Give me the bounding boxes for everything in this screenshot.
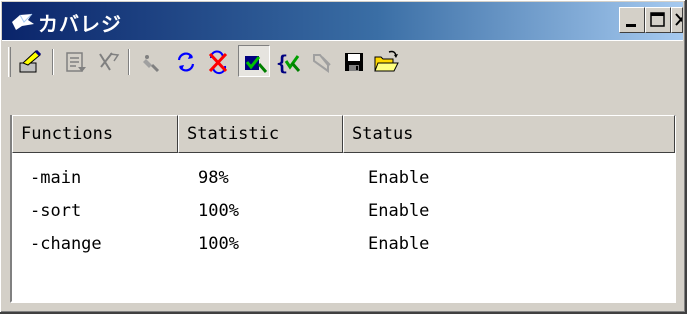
flag-enable-button[interactable] — [238, 45, 270, 77]
status-cell: Enable — [368, 168, 430, 188]
function-name-cell: -change — [30, 234, 102, 254]
coverage-app-icon — [12, 13, 34, 30]
toolbar: { — [2, 40, 683, 81]
statistic-cell: 100% — [198, 201, 239, 221]
close-icon — [675, 13, 682, 26]
flag-enable-icon — [245, 56, 268, 73]
open-folder-icon — [374, 50, 399, 72]
function-name-cell: -sort — [30, 201, 82, 221]
function-name-cell: -main — [30, 168, 82, 188]
statistic-cell: 100% — [198, 234, 239, 254]
column-header-functions[interactable]: Functions — [12, 115, 178, 153]
clear-button[interactable] — [202, 45, 234, 77]
save-button[interactable] — [338, 45, 370, 77]
open-folder-button[interactable] — [370, 45, 402, 77]
coverage-window: カバレジ {Functions Statistic Status -main … — [0, 0, 687, 314]
document-properties-icon — [66, 52, 86, 72]
brush-tool-icon — [19, 49, 42, 73]
delete-icon — [99, 52, 120, 71]
refresh-button[interactable] — [170, 45, 202, 77]
statistic-cell: 98% — [198, 168, 229, 188]
satellite-button[interactable] — [136, 45, 168, 77]
toolbar-separator — [52, 49, 54, 75]
properties-button[interactable] — [60, 45, 92, 77]
status-cell: Enable — [368, 201, 430, 221]
close-button[interactable] — [671, 7, 683, 33]
column-header-statistic[interactable]: Statistic — [178, 115, 343, 153]
clear-icon — [208, 50, 228, 75]
satellite-icon — [143, 55, 160, 73]
maximize-icon — [650, 12, 665, 27]
minimize-icon — [626, 24, 636, 27]
status-cell: Enable — [368, 234, 430, 254]
brush-tool-button[interactable] — [14, 45, 46, 77]
refresh-icon — [177, 52, 195, 72]
toolbar-grip[interactable] — [8, 47, 11, 77]
maximize-button[interactable] — [645, 7, 671, 33]
function-enable-button[interactable]: { — [272, 45, 304, 77]
column-header-status[interactable]: Status — [343, 115, 675, 153]
function-enable-icon: { — [276, 51, 301, 75]
minimize-button[interactable] — [619, 7, 645, 33]
save-icon — [345, 53, 363, 71]
function-disabled-button[interactable] — [306, 45, 338, 77]
window-title: カバレジ — [38, 12, 122, 36]
function-disabled-icon — [313, 54, 331, 73]
delete-button[interactable] — [92, 45, 124, 77]
toolbar-separator — [128, 49, 130, 75]
title-bar[interactable]: カバレジ — [2, 2, 683, 40]
